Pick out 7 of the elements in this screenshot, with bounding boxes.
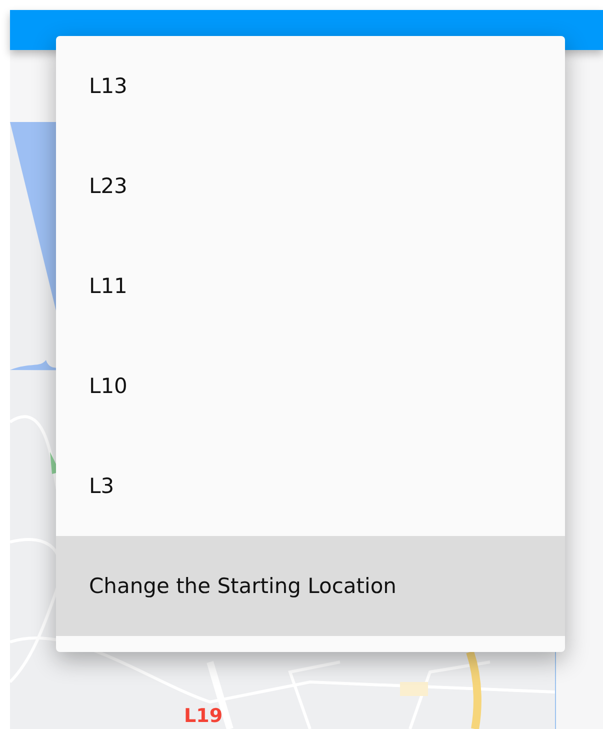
menu-item[interactable]: L3 <box>56 436 565 536</box>
menu-item[interactable]: L10 <box>56 336 565 436</box>
map-label: L19 <box>184 705 223 727</box>
menu-item[interactable]: L11 <box>56 236 565 336</box>
menu-item[interactable]: Change the Starting Location <box>56 536 565 636</box>
menu-item[interactable]: L13 <box>56 36 565 136</box>
menu-item[interactable]: L23 <box>56 136 565 236</box>
